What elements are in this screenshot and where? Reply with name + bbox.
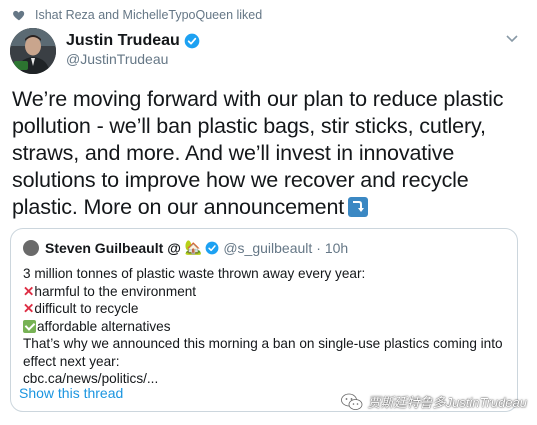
quoted-author-name-suffix: @ <box>167 239 181 256</box>
quoted-line: 3 million tonnes of plastic waste thrown… <box>23 266 366 281</box>
quoted-tweet-header: Steven Guilbeault @ 🏡 @s_guilbeault · 10… <box>23 239 348 256</box>
check-mark-button-icon <box>23 319 36 333</box>
show-thread-link[interactable]: Show this thread <box>19 385 123 401</box>
quoted-author-handle: @s_guilbeault <box>223 239 313 256</box>
author-handle[interactable]: @JustinTrudeau <box>66 51 168 67</box>
verified-badge-icon <box>184 33 200 49</box>
quoted-tweet-card[interactable]: Steven Guilbeault @ 🏡 @s_guilbeault · 10… <box>10 228 518 412</box>
quoted-line: ✕harmful to the environment <box>23 283 197 299</box>
quoted-tweet-body: 3 million tonnes of plastic waste thrown… <box>23 265 513 388</box>
author-avatar[interactable] <box>10 28 56 74</box>
social-context-text: Ishat Reza and MichelleTypoQueen liked <box>35 8 263 22</box>
avatar-image <box>10 28 56 74</box>
quoted-line: ✕difficult to recycle <box>23 301 139 316</box>
quoted-line: effect next year: <box>23 353 120 369</box>
quoted-line: affordable alternatives <box>23 318 513 336</box>
cross-mark-icon: ✕ <box>23 283 35 299</box>
chevron-down-icon[interactable] <box>505 34 519 44</box>
author-name-row[interactable]: Justin Trudeau <box>66 32 200 50</box>
watermark: 贾斯廷特鲁多JustinTrudeau <box>340 392 527 411</box>
tweet-text: We’re moving forward with our plan to re… <box>12 86 527 221</box>
social-context: Ishat Reza and MichelleTypoQueen liked <box>12 6 262 24</box>
house-emoji-icon: 🏡 <box>184 239 203 255</box>
heart-icon <box>13 10 25 21</box>
verified-badge-icon <box>205 241 219 254</box>
quoted-line: That’s why we announced this morning a b… <box>23 336 503 351</box>
quoted-author-name: Steven Guilbeault <box>45 239 164 256</box>
watermark-text: 贾斯廷特鲁多JustinTrudeau <box>367 395 527 410</box>
right-arrow-curving-down-icon <box>348 197 369 217</box>
quoted-tweet-time: · 10h <box>316 239 349 256</box>
cross-mark-icon: ✕ <box>23 301 35 316</box>
wechat-logo-icon <box>340 393 362 410</box>
author-name[interactable]: Justin Trudeau <box>66 32 180 50</box>
tweet-text-body: We’re moving forward with our plan to re… <box>12 87 504 219</box>
quoted-author-avatar <box>23 239 39 256</box>
